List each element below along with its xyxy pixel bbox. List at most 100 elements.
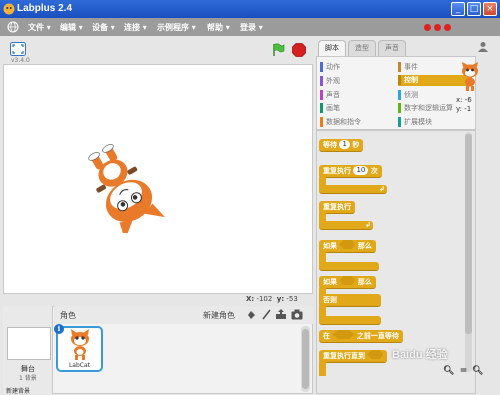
block-wait[interactable]: 等待 1 秒 (319, 139, 364, 152)
stage-header (0, 36, 316, 64)
category-label: 动作 (326, 63, 340, 71)
tab-costumes[interactable]: 造型 (348, 40, 376, 56)
menu-examples[interactable]: 示例程序 ▾ (157, 22, 196, 33)
sprite-thumbnail-labcat[interactable]: LabCat (56, 326, 103, 372)
menu-file[interactable]: 文件 ▾ (28, 22, 51, 33)
category-label: 数字和逻辑运算 (404, 104, 453, 112)
status-dot (444, 24, 451, 31)
block-text: 如果 (323, 278, 337, 286)
category-label: 扩展模块 (404, 118, 432, 126)
block-if-then-else[interactable]: 如果 那么 (319, 276, 376, 289)
stage-thumbnail[interactable] (7, 327, 51, 360)
block-wait-until[interactable]: 在 之前一直等待 (319, 330, 403, 343)
block-text: 那么 (357, 278, 372, 286)
fullscreen-icon[interactable] (10, 42, 26, 56)
block-repeat-until-arm (319, 362, 326, 376)
block-text: 秒 (352, 141, 360, 149)
block-text: 次 (370, 167, 378, 175)
title-bar: Labplus 2.4 _ □ × (0, 0, 500, 18)
block-else: 否则 (319, 294, 381, 307)
block-text: 等待 (323, 141, 337, 149)
user-icon (478, 42, 488, 52)
camera-icon[interactable] (291, 309, 303, 320)
new-sprite-label: 新建角色 (203, 311, 235, 320)
minimize-button[interactable]: _ (451, 2, 465, 16)
menu-help[interactable]: 帮助 ▾ (207, 22, 230, 33)
zoom-out-icon[interactable]: 🔍︎ (443, 366, 454, 377)
category-label: 侦测 (404, 91, 418, 99)
labcat-thumbnail (71, 329, 89, 360)
menu-login[interactable]: 登录 ▾ (240, 22, 263, 33)
category-pen[interactable]: 画笔 (320, 103, 395, 113)
zoom-in-icon[interactable]: 🔍︎ (472, 366, 483, 377)
close-button[interactable]: × (483, 2, 497, 16)
menu-device[interactable]: 设备 ▾ (92, 22, 115, 33)
x-label: X: (246, 295, 255, 303)
stage-backdrops-count: 1 背景 (19, 375, 37, 382)
y-label: y: (276, 295, 285, 303)
block-repeat-until[interactable]: 重复执行直到 (319, 350, 388, 363)
block-repeat[interactable]: 重复执行 10 次 (319, 165, 382, 178)
block-text: 重复执行 (323, 203, 351, 211)
window-title: Labplus 2.4 (17, 3, 73, 14)
condition-slot[interactable] (339, 276, 356, 285)
version-label: v3.4.0 (11, 57, 30, 64)
block-text: 之前一直等待 (356, 332, 399, 340)
category-motion[interactable]: 动作 (320, 62, 395, 72)
category-label: 数据和指令 (326, 118, 361, 126)
brush-icon[interactable] (261, 309, 272, 320)
paint-sprite-icon[interactable] (246, 309, 257, 320)
block-if-then[interactable]: 如果 那么 (319, 240, 376, 253)
green-flag-icon[interactable] (272, 43, 285, 57)
menu-edit[interactable]: 编辑 ▾ (60, 22, 83, 33)
block-forever-footer: ↲ (319, 221, 373, 230)
globe-icon[interactable] (7, 21, 19, 33)
block-text: 在 (323, 332, 330, 340)
block-text: 如果 (323, 242, 337, 250)
current-sprite-thumbnail (462, 62, 478, 91)
block-repeat-footer: ↲ (319, 185, 387, 194)
labcat-sprite[interactable] (76, 141, 166, 233)
category-label: 外观 (326, 77, 340, 85)
menu-bar: 文件 ▾ 编辑 ▾ 设备 ▾ 连接 ▾ 示例程序 ▾ 帮助 ▾ 登录 ▾ (0, 18, 500, 36)
tab-sounds[interactable]: 声音 (378, 40, 406, 56)
sprite-list-scrollbar[interactable] (301, 326, 310, 392)
category-data[interactable]: 数据和指令 (320, 117, 395, 127)
sprite-name: LabCat (68, 362, 91, 369)
sprite-y: y: -1 (456, 105, 472, 113)
menu-connect[interactable]: 连接 ▾ (124, 22, 147, 33)
upload-sprite-icon[interactable] (275, 309, 287, 320)
block-else-footer (319, 316, 381, 325)
mouse-coordinates: X: -102 y: -53 (246, 295, 298, 303)
wait-seconds-input[interactable]: 1 (339, 140, 350, 149)
loop-arrow-icon: ↲ (379, 185, 385, 193)
condition-slot[interactable] (367, 350, 384, 359)
category-label: 声音 (326, 91, 340, 99)
tab-scripts[interactable]: 脚本 (318, 40, 346, 57)
repeat-count-input[interactable]: 10 (353, 166, 369, 175)
category-label: 画笔 (326, 104, 340, 112)
status-dot (424, 24, 431, 31)
condition-slot[interactable] (339, 240, 356, 249)
y-value: -53 (286, 295, 298, 303)
category-sound[interactable]: 声音 (320, 90, 395, 100)
info-icon[interactable]: i (54, 324, 64, 334)
category-looks[interactable]: 外观 (320, 76, 395, 86)
block-text: 那么 (357, 242, 372, 250)
stop-icon[interactable] (292, 43, 306, 57)
category-extensions[interactable]: 扩展模块 (398, 117, 472, 127)
condition-slot[interactable] (332, 330, 355, 339)
palette-scrollbar[interactable] (465, 132, 472, 372)
loop-arrow-icon: ↲ (365, 221, 371, 229)
category-label: 事件 (404, 63, 418, 71)
maximize-button[interactable]: □ (467, 2, 481, 16)
category-label: 控制 (404, 76, 418, 84)
watermark: Baidu 经验 (392, 349, 448, 361)
status-dot (434, 24, 441, 31)
block-if-footer (319, 262, 379, 271)
stage[interactable] (3, 64, 313, 294)
zoom-reset-icon[interactable]: = (458, 366, 469, 377)
x-value: -102 (256, 295, 273, 303)
block-text: 重复执行 (323, 167, 351, 175)
app-logo-icon (3, 3, 15, 15)
